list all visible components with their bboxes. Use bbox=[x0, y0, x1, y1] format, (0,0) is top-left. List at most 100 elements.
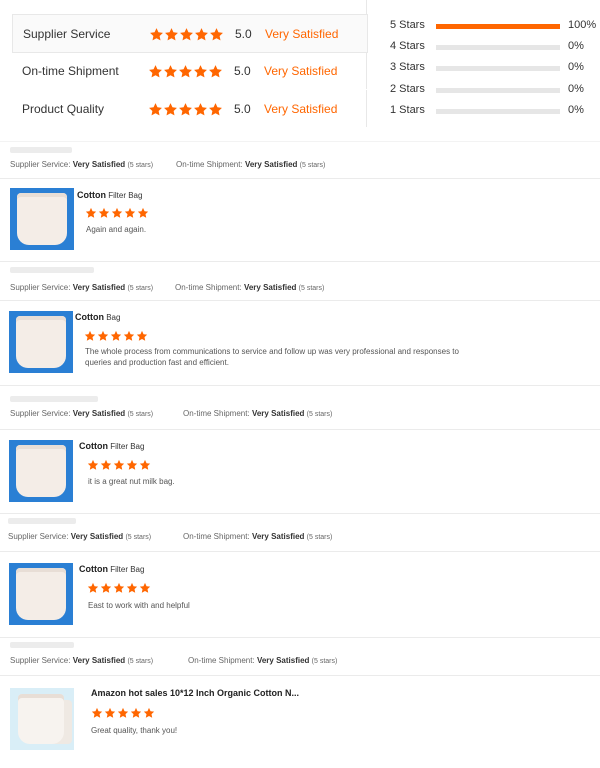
star-icon bbox=[126, 459, 138, 471]
review-meta-shipment: On-time Shipment: Very Satisfied (5 star… bbox=[175, 283, 324, 292]
product-title[interactable]: Amazon hot sales 10*12 Inch Organic Cott… bbox=[91, 688, 299, 698]
meta-service-stars: (5 stars) bbox=[127, 411, 154, 418]
star-icon bbox=[87, 459, 99, 471]
meta-service-stars: (5 stars) bbox=[127, 285, 154, 292]
star-rating bbox=[85, 207, 150, 221]
distribution-row[interactable]: 1 Stars 0% bbox=[390, 104, 600, 118]
meta-service-value: Very Satisfied bbox=[72, 409, 126, 418]
star-icon bbox=[113, 582, 125, 594]
star-icon bbox=[100, 459, 112, 471]
meta-shipment-label: On-time Shipment: bbox=[176, 160, 243, 169]
distribution-row[interactable]: 4 Stars 0% bbox=[390, 40, 600, 54]
distribution-row[interactable]: 3 Stars 0% bbox=[390, 61, 600, 75]
bag-shape bbox=[16, 445, 66, 497]
star-icon bbox=[123, 330, 135, 342]
product-title-bold: Cotton bbox=[79, 564, 108, 574]
meta-service-value: Very Satisfied bbox=[72, 283, 126, 292]
product-title-bold: Cotton bbox=[75, 312, 104, 322]
meta-shipment-value: Very Satisfied bbox=[256, 656, 310, 665]
product-title-bold: Cotton bbox=[79, 441, 108, 451]
review-meta-shipment: On-time Shipment: Very Satisfied (5 star… bbox=[176, 160, 325, 169]
product-title[interactable]: Cotton Bag bbox=[75, 312, 120, 322]
product-title-bold: Cotton bbox=[77, 190, 106, 200]
meta-service-stars: (5 stars) bbox=[127, 658, 154, 665]
star-icon bbox=[139, 582, 151, 594]
review-meta: Supplier Service: Very Satisfied (5 star… bbox=[8, 532, 151, 541]
distribution-bar-track bbox=[436, 88, 560, 93]
divider bbox=[0, 551, 600, 552]
meta-shipment-label: On-time Shipment: bbox=[183, 409, 250, 418]
product-title[interactable]: Cotton Filter Bag bbox=[79, 441, 144, 451]
meta-shipment-value: Very Satisfied bbox=[251, 532, 305, 541]
divider bbox=[0, 675, 600, 676]
distribution-row[interactable]: 2 Stars 0% bbox=[390, 83, 600, 97]
distribution-percent: 0% bbox=[568, 104, 584, 116]
meta-service-value: Very Satisfied bbox=[72, 656, 126, 665]
distribution-bar-track bbox=[436, 24, 560, 29]
distribution-percent: 100% bbox=[568, 19, 597, 31]
meta-service-stars: (5 stars) bbox=[125, 534, 152, 541]
distribution-label: 5 Stars bbox=[390, 19, 425, 31]
review-comment: it is a great nut milk bag. bbox=[88, 477, 175, 486]
distribution-label: 3 Stars bbox=[390, 61, 425, 73]
bag-shape bbox=[16, 568, 66, 620]
meta-shipment-stars: (5 stars) bbox=[306, 411, 333, 418]
meta-service-label: Supplier Service: bbox=[8, 532, 69, 541]
review-comment: East to work with and helpful bbox=[88, 601, 190, 610]
product-title-rest: Filter Bag bbox=[108, 565, 145, 574]
meta-shipment-label: On-time Shipment: bbox=[175, 283, 242, 292]
distribution-bar-fill bbox=[436, 24, 560, 29]
meta-service-label: Supplier Service: bbox=[10, 409, 71, 418]
star-icon bbox=[111, 207, 123, 219]
distribution-percent: 0% bbox=[568, 61, 584, 73]
star-icon bbox=[91, 707, 103, 719]
star-icon bbox=[124, 207, 136, 219]
divider bbox=[0, 637, 600, 638]
divider bbox=[0, 429, 600, 430]
distribution-percent: 0% bbox=[568, 40, 584, 52]
filter-bag-image[interactable] bbox=[10, 688, 74, 750]
bag-shape bbox=[17, 193, 67, 245]
divider bbox=[0, 261, 600, 262]
star-icon bbox=[113, 459, 125, 471]
distribution-row[interactable]: 5 Stars 100% bbox=[390, 19, 600, 33]
product-title-rest: Filter Bag bbox=[106, 191, 143, 200]
product-title[interactable]: Cotton Filter Bag bbox=[79, 564, 144, 574]
distribution-label: 1 Stars bbox=[390, 104, 425, 116]
review-comment: Great quality, thank you! bbox=[91, 726, 178, 735]
reviewer-name-blurred bbox=[10, 147, 72, 153]
review-comment: Again and again. bbox=[86, 225, 147, 234]
star-icon bbox=[117, 707, 129, 719]
star-distribution: 5 Stars 100% 4 Stars 0% 3 Stars 0% 2 Sta… bbox=[0, 0, 600, 128]
review-meta-shipment: On-time Shipment: Very Satisfied (5 star… bbox=[183, 409, 332, 418]
divider bbox=[0, 385, 600, 386]
star-icon bbox=[87, 582, 99, 594]
divider bbox=[0, 141, 600, 142]
meta-shipment-stars: (5 stars) bbox=[299, 162, 326, 169]
distribution-label: 4 Stars bbox=[390, 40, 425, 52]
meta-shipment-value: Very Satisfied bbox=[244, 160, 298, 169]
star-icon bbox=[130, 707, 142, 719]
reviewer-name-blurred bbox=[10, 396, 98, 402]
filter-bag-image[interactable] bbox=[10, 188, 74, 250]
star-icon bbox=[104, 707, 116, 719]
distribution-percent: 0% bbox=[568, 83, 584, 95]
divider bbox=[0, 178, 600, 179]
meta-service-label: Supplier Service: bbox=[10, 656, 71, 665]
filter-bag-image[interactable] bbox=[9, 440, 73, 502]
star-icon bbox=[100, 582, 112, 594]
product-title-rest: Bag bbox=[104, 313, 121, 322]
filter-bag-image[interactable] bbox=[9, 563, 73, 625]
product-title[interactable]: Cotton Filter Bag bbox=[77, 190, 142, 200]
reviewer-name-blurred bbox=[8, 518, 76, 524]
meta-shipment-stars: (5 stars) bbox=[311, 658, 338, 665]
star-icon bbox=[98, 207, 110, 219]
distribution-bar-track bbox=[436, 45, 560, 50]
star-icon bbox=[126, 582, 138, 594]
review-comment: The whole process from communications to… bbox=[85, 347, 459, 367]
review-meta: Supplier Service: Very Satisfied (5 star… bbox=[10, 283, 153, 292]
meta-shipment-label: On-time Shipment: bbox=[188, 656, 255, 665]
meta-shipment-label: On-time Shipment: bbox=[183, 532, 250, 541]
star-icon bbox=[97, 330, 109, 342]
filter-bag-image[interactable] bbox=[9, 311, 73, 373]
